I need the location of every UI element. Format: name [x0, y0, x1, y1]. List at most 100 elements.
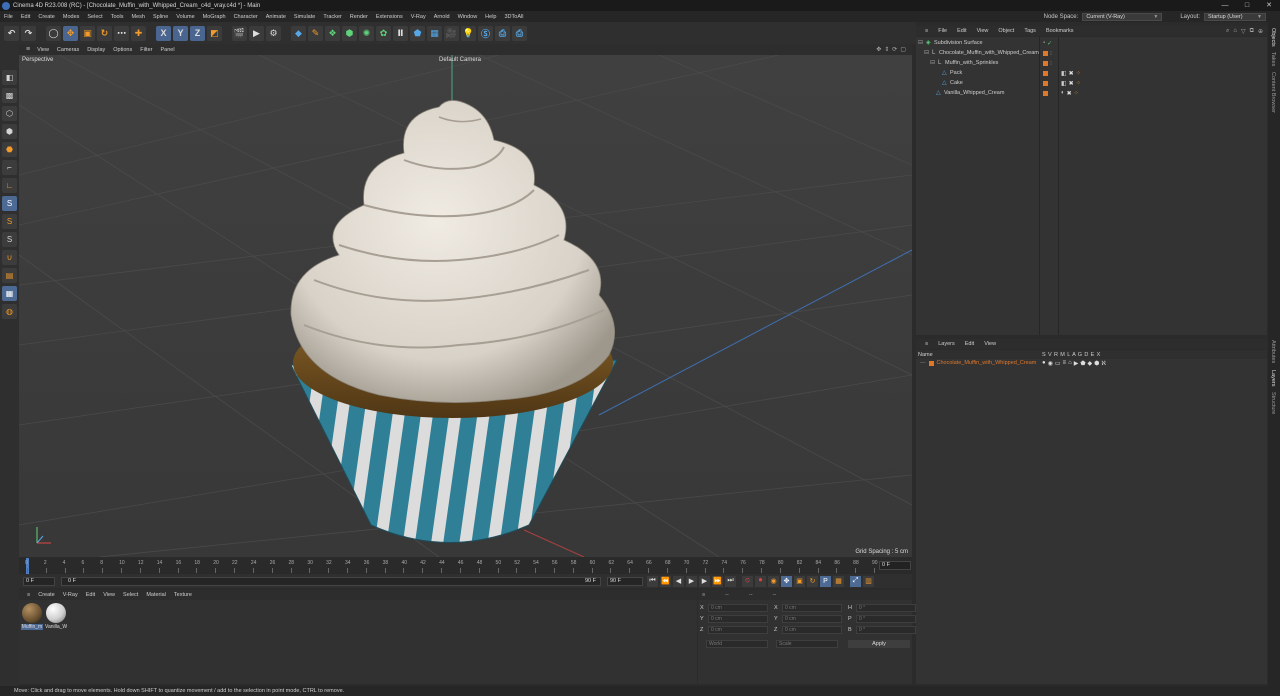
recent-tools-icon[interactable]: ⋯ — [114, 25, 129, 41]
position-z-field[interactable]: 0 cm — [708, 626, 768, 634]
go-to-end-icon[interactable]: ⏭ — [725, 575, 736, 587]
redo-icon[interactable]: ↷ — [21, 25, 36, 41]
material-swatch[interactable]: Muffin_m — [21, 603, 43, 630]
object-menu-object[interactable]: Object — [993, 28, 1019, 34]
material-swatch[interactable]: Vanilla_W — [45, 603, 67, 630]
object-menu-tags[interactable]: Tags — [1019, 28, 1041, 34]
rotation-p-field[interactable]: 0 ° — [856, 615, 916, 623]
subdivision-surface-icon[interactable]: ❖ — [325, 25, 340, 41]
minimize-button[interactable]: — — [1214, 0, 1236, 11]
locked-workplane-icon[interactable]: ◍ — [2, 304, 17, 319]
material-menu-view[interactable]: View — [99, 592, 119, 598]
vray-s-icon-1[interactable]: S — [2, 196, 17, 211]
solo-icon[interactable]: ● — [1042, 360, 1046, 367]
viewport-menu-display[interactable]: Display — [83, 47, 109, 53]
coordinate-system-icon[interactable]: ◩ — [207, 25, 222, 41]
object-menu-view[interactable]: View — [972, 28, 994, 34]
node-space-dropdown[interactable]: Current (V-Ray) ▼ — [1082, 12, 1163, 21]
menu-render[interactable]: Render — [346, 14, 372, 20]
key-pla-icon[interactable]: ▦ — [833, 575, 844, 587]
key-position-icon[interactable]: ✥ — [781, 575, 792, 587]
expand-icon[interactable]: ⊟ — [918, 40, 924, 46]
floor-icon[interactable]: ▦ — [427, 25, 442, 41]
layer-flag-icons[interactable]: ● ◉ ▭ ≡ ⌂ ▶ ⬟ ◆ ⬢ ℵ — [1042, 360, 1106, 367]
vray-settings-icon[interactable]: ⎙ — [512, 25, 527, 41]
tab-content-browser[interactable]: Content Browser — [1270, 72, 1276, 113]
tab-attributes[interactable]: Attributes — [1270, 340, 1276, 363]
hamburger-icon[interactable]: ≡ — [920, 341, 933, 347]
expression-icon[interactable]: ⬢ — [1094, 360, 1099, 367]
character-icon[interactable]: Ⅱ — [393, 25, 408, 41]
object-menu-edit[interactable]: Edit — [952, 28, 971, 34]
vray-s-icon-2[interactable]: S — [2, 214, 17, 229]
viewport-move-icon[interactable]: ✥ — [876, 46, 881, 53]
hamburger-icon[interactable]: ≡ — [702, 592, 705, 598]
layer-row[interactable]: — Chocolate_Muffin_with_Whipped_Cream — [920, 360, 1036, 366]
end-frame-field[interactable]: 90 F — [607, 576, 643, 586]
expand-icon[interactable]: ⊟ — [924, 50, 930, 56]
menu-3dtoall[interactable]: 3DToAll — [500, 14, 527, 20]
record-icon[interactable]: ⦸ — [742, 575, 753, 587]
hamburger-icon[interactable]: ≡ — [920, 28, 933, 34]
object-tags[interactable]: ◐ ✖ ⁘ — [1061, 90, 1079, 97]
points-mode-icon[interactable]: ⬡ — [2, 106, 17, 121]
tree-row-pack[interactable]: △ Pack ◧ ✖ ⁘ — [916, 68, 1267, 78]
axis-z-button[interactable]: Z — [190, 25, 205, 41]
deformer-icon[interactable]: ✺ — [359, 25, 374, 41]
grid-icon[interactable]: ▦ — [2, 286, 17, 301]
material-menu-vray[interactable]: V-Ray — [59, 592, 82, 598]
menu-animate[interactable]: Animate — [262, 14, 290, 20]
viewport-menu-panel[interactable]: Panel — [156, 47, 178, 53]
tab-objects[interactable]: Objects — [1270, 28, 1276, 47]
generator-icon[interactable]: ⬟ — [1080, 360, 1085, 367]
layout-dropdown[interactable]: Startup (User) ▼ — [1204, 12, 1266, 21]
size-z-field[interactable]: 0 cm — [782, 626, 842, 634]
object-menu-file[interactable]: File — [933, 28, 952, 34]
snap-icon[interactable]: ∟ — [2, 178, 17, 193]
layer-menu-layers[interactable]: Layers — [933, 341, 960, 347]
menu-select[interactable]: Select — [83, 14, 106, 20]
menu-window[interactable]: Window — [454, 14, 482, 20]
menu-edit[interactable]: Edit — [17, 14, 34, 20]
camera-icon[interactable]: 🎥 — [444, 25, 459, 41]
autokey-icon[interactable]: ⏺ — [755, 575, 766, 587]
key-parameter-icon[interactable]: P — [820, 575, 831, 587]
view-icon[interactable]: ◉ — [1048, 360, 1053, 367]
axis-y-button[interactable]: Y — [173, 25, 188, 41]
tab-takes[interactable]: Takes — [1270, 52, 1276, 66]
manager-icon[interactable]: ≡ — [1063, 360, 1067, 367]
animation-icon[interactable]: ▶ — [1074, 360, 1079, 367]
3d-viewport[interactable]: Perspective Default Camera Grid Spacing … — [19, 55, 912, 557]
edges-mode-icon[interactable]: ⬢ — [2, 124, 17, 139]
play-icon[interactable]: ▶ — [686, 575, 697, 587]
tree-row-cake[interactable]: △ Cake ◧ ✖ ⁘ — [916, 78, 1267, 88]
workplane-icon[interactable]: ▤ — [2, 268, 17, 283]
search-icon[interactable]: ⌕ — [1226, 28, 1229, 35]
material-menu-select[interactable]: Select — [119, 592, 142, 598]
viewport-camera-label[interactable]: Default Camera — [439, 57, 481, 63]
next-key-icon[interactable]: ⏩ — [712, 575, 723, 587]
menu-mograph[interactable]: MoGraph — [199, 14, 230, 20]
material-menu-create[interactable]: Create — [34, 592, 59, 598]
render-settings-icon[interactable]: ⚙ — [266, 25, 281, 41]
hamburger-icon[interactable]: ≡ — [23, 46, 33, 53]
menu-extensions[interactable]: Extensions — [372, 14, 407, 20]
new-window-icon[interactable]: ⧉ — [1250, 28, 1254, 35]
vray-icon[interactable]: Ⓢ — [478, 25, 493, 41]
position-x-field[interactable]: 0 cm — [708, 604, 768, 612]
texture-mode-icon[interactable]: ▩ — [2, 88, 17, 103]
menu-spline[interactable]: Spline — [149, 14, 172, 20]
render-icon[interactable]: ▭ — [1055, 360, 1061, 367]
material-menu-material[interactable]: Material — [142, 592, 170, 598]
keyframe-selection-icon[interactable]: ◉ — [768, 575, 779, 587]
tag-icon[interactable]: ⬟ — [410, 25, 425, 41]
object-tags[interactable]: ◧ ✖ ⁘ — [1061, 70, 1081, 77]
tree-row-subdivision-surface[interactable]: ⊟ ◈ Subdivision Surface ▪ ✓ — [916, 38, 1267, 48]
visibility-dots[interactable]: ⁝ — [1050, 60, 1052, 67]
viewport-menu-filter[interactable]: Filter — [136, 47, 156, 53]
tab-layers[interactable]: Layers — [1270, 370, 1276, 387]
menu-simulate[interactable]: Simulate — [290, 14, 319, 20]
coord-space-dropdown[interactable]: World — [706, 640, 768, 648]
preview-range-slider[interactable]: 0 F 90 F — [61, 576, 601, 586]
enable-axis-icon[interactable]: ⌐ — [2, 160, 17, 175]
